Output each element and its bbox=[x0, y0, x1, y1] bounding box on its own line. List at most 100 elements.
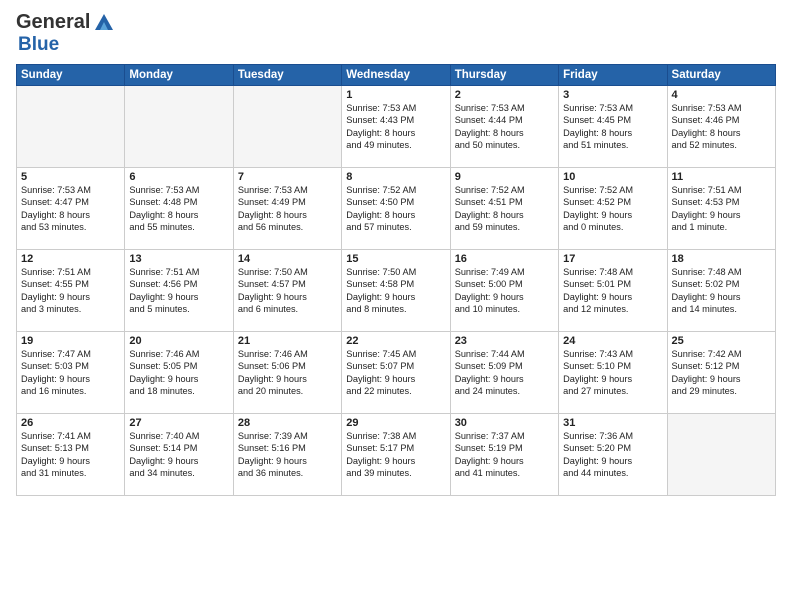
day-header-thursday: Thursday bbox=[450, 65, 558, 86]
day-info: Sunrise: 7:41 AM Sunset: 5:13 PM Dayligh… bbox=[21, 430, 120, 480]
logo: General Blue bbox=[16, 10, 116, 56]
day-number: 31 bbox=[563, 417, 662, 429]
calendar-cell: 28Sunrise: 7:39 AM Sunset: 5:16 PM Dayli… bbox=[233, 414, 341, 496]
day-info: Sunrise: 7:48 AM Sunset: 5:01 PM Dayligh… bbox=[563, 266, 662, 316]
day-number: 26 bbox=[21, 417, 120, 429]
calendar-cell: 7Sunrise: 7:53 AM Sunset: 4:49 PM Daylig… bbox=[233, 168, 341, 250]
day-info: Sunrise: 7:46 AM Sunset: 5:06 PM Dayligh… bbox=[238, 348, 337, 398]
calendar-week-5: 26Sunrise: 7:41 AM Sunset: 5:13 PM Dayli… bbox=[17, 414, 776, 496]
day-info: Sunrise: 7:53 AM Sunset: 4:44 PM Dayligh… bbox=[455, 102, 554, 152]
day-number: 13 bbox=[129, 253, 228, 265]
day-number: 4 bbox=[672, 89, 771, 101]
day-info: Sunrise: 7:39 AM Sunset: 5:16 PM Dayligh… bbox=[238, 430, 337, 480]
day-info: Sunrise: 7:53 AM Sunset: 4:47 PM Dayligh… bbox=[21, 184, 120, 234]
calendar-cell: 30Sunrise: 7:37 AM Sunset: 5:19 PM Dayli… bbox=[450, 414, 558, 496]
day-number: 1 bbox=[346, 89, 445, 101]
calendar-week-2: 5Sunrise: 7:53 AM Sunset: 4:47 PM Daylig… bbox=[17, 168, 776, 250]
day-number: 16 bbox=[455, 253, 554, 265]
day-number: 27 bbox=[129, 417, 228, 429]
day-number: 14 bbox=[238, 253, 337, 265]
calendar-week-4: 19Sunrise: 7:47 AM Sunset: 5:03 PM Dayli… bbox=[17, 332, 776, 414]
calendar-cell: 17Sunrise: 7:48 AM Sunset: 5:01 PM Dayli… bbox=[559, 250, 667, 332]
calendar-cell: 6Sunrise: 7:53 AM Sunset: 4:48 PM Daylig… bbox=[125, 168, 233, 250]
day-header-saturday: Saturday bbox=[667, 65, 775, 86]
day-number: 5 bbox=[21, 171, 120, 183]
calendar-cell bbox=[125, 86, 233, 168]
day-info: Sunrise: 7:37 AM Sunset: 5:19 PM Dayligh… bbox=[455, 430, 554, 480]
calendar-cell: 23Sunrise: 7:44 AM Sunset: 5:09 PM Dayli… bbox=[450, 332, 558, 414]
calendar-cell: 27Sunrise: 7:40 AM Sunset: 5:14 PM Dayli… bbox=[125, 414, 233, 496]
day-number: 10 bbox=[563, 171, 662, 183]
day-number: 19 bbox=[21, 335, 120, 347]
calendar-cell: 24Sunrise: 7:43 AM Sunset: 5:10 PM Dayli… bbox=[559, 332, 667, 414]
day-number: 8 bbox=[346, 171, 445, 183]
calendar-cell: 1Sunrise: 7:53 AM Sunset: 4:43 PM Daylig… bbox=[342, 86, 450, 168]
day-info: Sunrise: 7:51 AM Sunset: 4:56 PM Dayligh… bbox=[129, 266, 228, 316]
day-info: Sunrise: 7:47 AM Sunset: 5:03 PM Dayligh… bbox=[21, 348, 120, 398]
day-number: 11 bbox=[672, 171, 771, 183]
day-info: Sunrise: 7:51 AM Sunset: 4:55 PM Dayligh… bbox=[21, 266, 120, 316]
day-info: Sunrise: 7:42 AM Sunset: 5:12 PM Dayligh… bbox=[672, 348, 771, 398]
day-info: Sunrise: 7:46 AM Sunset: 5:05 PM Dayligh… bbox=[129, 348, 228, 398]
day-number: 3 bbox=[563, 89, 662, 101]
calendar-cell bbox=[667, 414, 775, 496]
calendar-cell: 15Sunrise: 7:50 AM Sunset: 4:58 PM Dayli… bbox=[342, 250, 450, 332]
calendar-cell: 2Sunrise: 7:53 AM Sunset: 4:44 PM Daylig… bbox=[450, 86, 558, 168]
calendar-cell: 3Sunrise: 7:53 AM Sunset: 4:45 PM Daylig… bbox=[559, 86, 667, 168]
day-info: Sunrise: 7:50 AM Sunset: 4:57 PM Dayligh… bbox=[238, 266, 337, 316]
day-info: Sunrise: 7:48 AM Sunset: 5:02 PM Dayligh… bbox=[672, 266, 771, 316]
logo-general-text: General bbox=[16, 11, 90, 34]
day-info: Sunrise: 7:38 AM Sunset: 5:17 PM Dayligh… bbox=[346, 430, 445, 480]
calendar-week-3: 12Sunrise: 7:51 AM Sunset: 4:55 PM Dayli… bbox=[17, 250, 776, 332]
calendar-cell: 19Sunrise: 7:47 AM Sunset: 5:03 PM Dayli… bbox=[17, 332, 125, 414]
day-info: Sunrise: 7:52 AM Sunset: 4:51 PM Dayligh… bbox=[455, 184, 554, 234]
calendar-cell: 5Sunrise: 7:53 AM Sunset: 4:47 PM Daylig… bbox=[17, 168, 125, 250]
day-number: 9 bbox=[455, 171, 554, 183]
day-info: Sunrise: 7:49 AM Sunset: 5:00 PM Dayligh… bbox=[455, 266, 554, 316]
calendar: SundayMondayTuesdayWednesdayThursdayFrid… bbox=[16, 64, 776, 496]
day-number: 6 bbox=[129, 171, 228, 183]
day-info: Sunrise: 7:50 AM Sunset: 4:58 PM Dayligh… bbox=[346, 266, 445, 316]
calendar-cell: 20Sunrise: 7:46 AM Sunset: 5:05 PM Dayli… bbox=[125, 332, 233, 414]
day-info: Sunrise: 7:53 AM Sunset: 4:43 PM Dayligh… bbox=[346, 102, 445, 152]
day-number: 21 bbox=[238, 335, 337, 347]
day-number: 18 bbox=[672, 253, 771, 265]
calendar-cell: 31Sunrise: 7:36 AM Sunset: 5:20 PM Dayli… bbox=[559, 414, 667, 496]
day-info: Sunrise: 7:53 AM Sunset: 4:49 PM Dayligh… bbox=[238, 184, 337, 234]
calendar-cell: 4Sunrise: 7:53 AM Sunset: 4:46 PM Daylig… bbox=[667, 86, 775, 168]
calendar-header-row: SundayMondayTuesdayWednesdayThursdayFrid… bbox=[17, 65, 776, 86]
day-number: 12 bbox=[21, 253, 120, 265]
day-info: Sunrise: 7:53 AM Sunset: 4:48 PM Dayligh… bbox=[129, 184, 228, 234]
calendar-cell: 11Sunrise: 7:51 AM Sunset: 4:53 PM Dayli… bbox=[667, 168, 775, 250]
day-info: Sunrise: 7:52 AM Sunset: 4:50 PM Dayligh… bbox=[346, 184, 445, 234]
day-number: 28 bbox=[238, 417, 337, 429]
calendar-cell: 26Sunrise: 7:41 AM Sunset: 5:13 PM Dayli… bbox=[17, 414, 125, 496]
calendar-cell: 29Sunrise: 7:38 AM Sunset: 5:17 PM Dayli… bbox=[342, 414, 450, 496]
calendar-cell: 9Sunrise: 7:52 AM Sunset: 4:51 PM Daylig… bbox=[450, 168, 558, 250]
day-info: Sunrise: 7:51 AM Sunset: 4:53 PM Dayligh… bbox=[672, 184, 771, 234]
day-info: Sunrise: 7:36 AM Sunset: 5:20 PM Dayligh… bbox=[563, 430, 662, 480]
calendar-cell: 12Sunrise: 7:51 AM Sunset: 4:55 PM Dayli… bbox=[17, 250, 125, 332]
day-header-friday: Friday bbox=[559, 65, 667, 86]
day-info: Sunrise: 7:53 AM Sunset: 4:46 PM Dayligh… bbox=[672, 102, 771, 152]
calendar-cell bbox=[17, 86, 125, 168]
calendar-cell: 13Sunrise: 7:51 AM Sunset: 4:56 PM Dayli… bbox=[125, 250, 233, 332]
day-number: 25 bbox=[672, 335, 771, 347]
page: General Blue SundayMondayTuesdayWednesda… bbox=[0, 0, 792, 612]
calendar-cell: 16Sunrise: 7:49 AM Sunset: 5:00 PM Dayli… bbox=[450, 250, 558, 332]
calendar-cell: 22Sunrise: 7:45 AM Sunset: 5:07 PM Dayli… bbox=[342, 332, 450, 414]
day-number: 2 bbox=[455, 89, 554, 101]
day-info: Sunrise: 7:45 AM Sunset: 5:07 PM Dayligh… bbox=[346, 348, 445, 398]
calendar-cell: 8Sunrise: 7:52 AM Sunset: 4:50 PM Daylig… bbox=[342, 168, 450, 250]
day-number: 20 bbox=[129, 335, 228, 347]
day-header-monday: Monday bbox=[125, 65, 233, 86]
day-number: 29 bbox=[346, 417, 445, 429]
day-header-wednesday: Wednesday bbox=[342, 65, 450, 86]
day-number: 30 bbox=[455, 417, 554, 429]
calendar-cell: 21Sunrise: 7:46 AM Sunset: 5:06 PM Dayli… bbox=[233, 332, 341, 414]
calendar-cell: 14Sunrise: 7:50 AM Sunset: 4:57 PM Dayli… bbox=[233, 250, 341, 332]
logo-blue-text: Blue bbox=[18, 34, 59, 55]
calendar-week-1: 1Sunrise: 7:53 AM Sunset: 4:43 PM Daylig… bbox=[17, 86, 776, 168]
calendar-cell: 10Sunrise: 7:52 AM Sunset: 4:52 PM Dayli… bbox=[559, 168, 667, 250]
day-info: Sunrise: 7:44 AM Sunset: 5:09 PM Dayligh… bbox=[455, 348, 554, 398]
